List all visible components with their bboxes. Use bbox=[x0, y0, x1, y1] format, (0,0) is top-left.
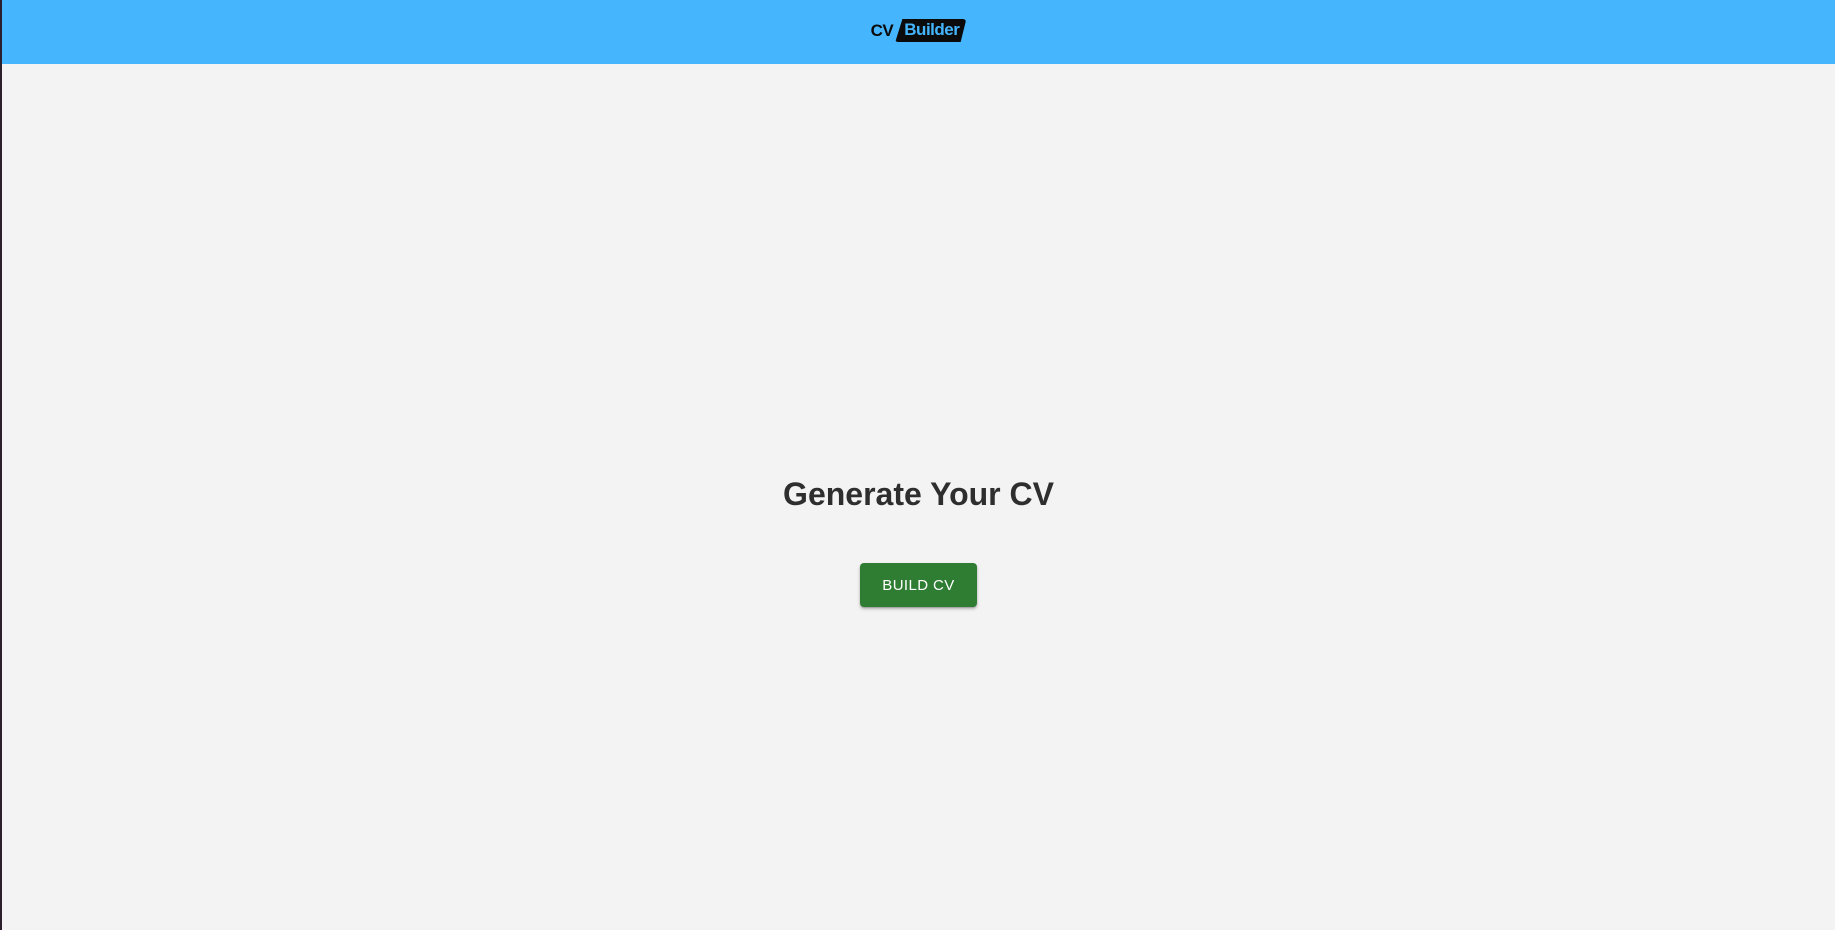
logo-cv-text: CV bbox=[870, 20, 894, 40]
build-cv-button[interactable]: BUILD CV bbox=[860, 563, 977, 607]
top-app-bar: CV Builder bbox=[2, 0, 1835, 64]
page-title: Generate Your CV bbox=[783, 476, 1054, 512]
logo-builder-text: Builder bbox=[895, 19, 967, 42]
cv-builder-logo[interactable]: CV Builder bbox=[871, 19, 967, 42]
main-content: Generate Your CV BUILD CV bbox=[2, 64, 1835, 930]
